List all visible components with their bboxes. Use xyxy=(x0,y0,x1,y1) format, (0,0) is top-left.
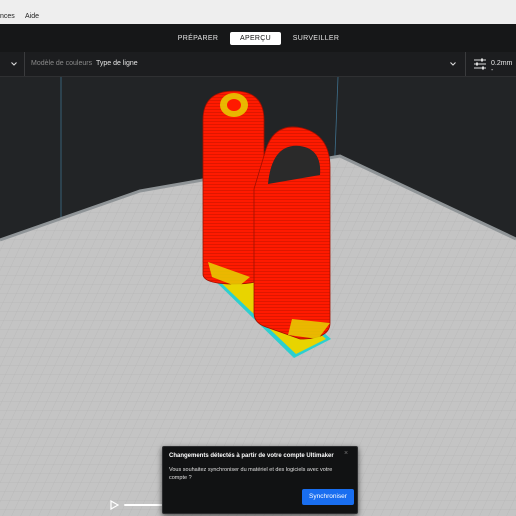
sync-button[interactable]: Synchroniser xyxy=(302,489,354,505)
print-settings-summary[interactable]: 0.2mm - xyxy=(491,60,516,74)
toolbar-divider xyxy=(465,52,466,76)
tab-preview[interactable]: APERÇU xyxy=(230,32,281,45)
notification-body: Vous souhaitez synchroniser du matériel … xyxy=(169,467,333,481)
tab-prepare[interactable]: PRÉPARER xyxy=(172,32,224,45)
layer-path-slider[interactable] xyxy=(124,504,164,506)
menu-bar: nces Aide xyxy=(0,0,516,25)
color-scheme-select[interactable]: Type de ligne xyxy=(96,60,138,67)
chevron-down-icon[interactable] xyxy=(449,60,457,68)
chevron-down-icon[interactable] xyxy=(10,60,18,68)
sliders-icon[interactable] xyxy=(473,57,487,71)
account-sync-notification: Changements détectés à partir de votre c… xyxy=(162,446,358,514)
notification-title: Changements détectés à partir de votre c… xyxy=(169,453,334,459)
stage-bar: PRÉPARER APERÇU SURVEILLER xyxy=(0,24,516,52)
menu-item-preferences[interactable]: nces xyxy=(0,13,15,20)
toolbar-divider xyxy=(24,52,25,76)
close-icon[interactable]: × xyxy=(344,450,348,457)
play-icon[interactable] xyxy=(109,500,119,510)
model-top-ring xyxy=(227,99,241,111)
view-toolbar: Modèle de couleurs Type de ligne 0.2mm - xyxy=(0,52,516,77)
tab-monitor[interactable]: SURVEILLER xyxy=(289,32,343,45)
menu-item-help[interactable]: Aide xyxy=(25,13,39,20)
color-scheme-label: Modèle de couleurs xyxy=(31,60,93,67)
